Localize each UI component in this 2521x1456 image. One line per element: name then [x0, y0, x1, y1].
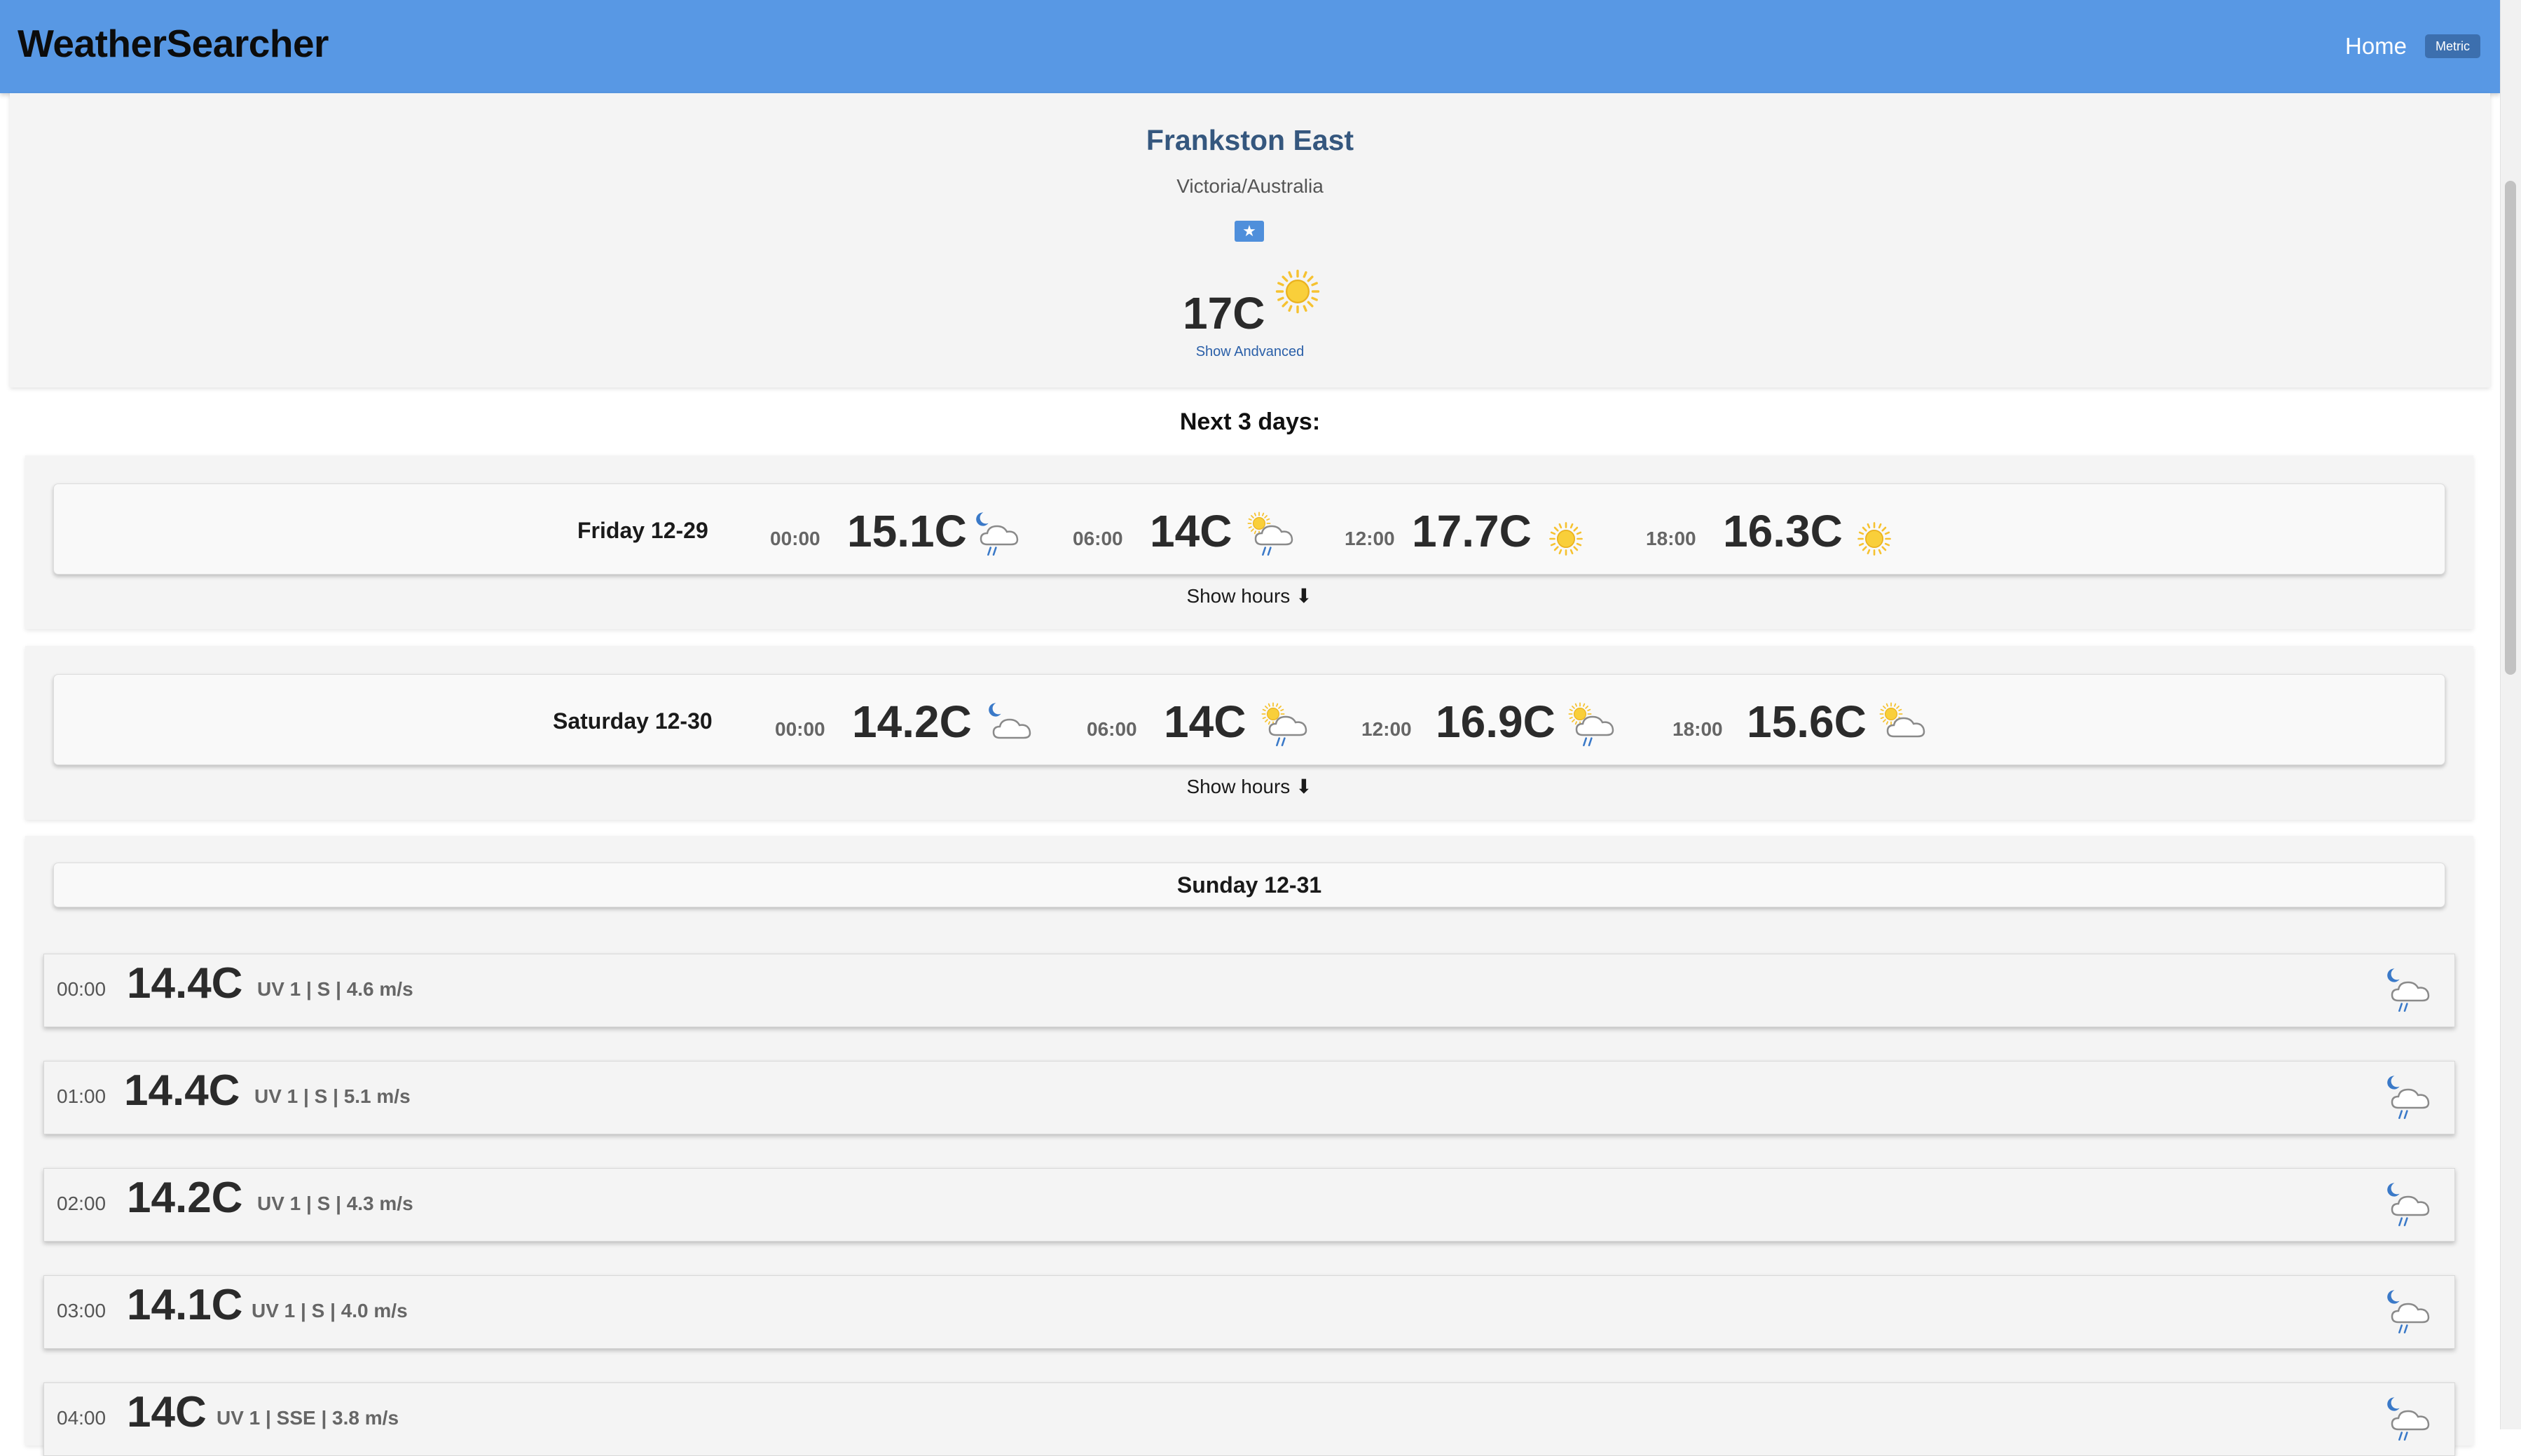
period-temp: 15.6C: [1747, 696, 1867, 747]
hourly-row[interactable]: 03:00 14.1C UV 1 | S | 4.0 m/s: [43, 1275, 2455, 1349]
hour-temp: 14.4C: [124, 1066, 240, 1115]
hour-temp: 14.2C: [127, 1174, 243, 1222]
hour-time: 00:00: [57, 978, 107, 1000]
scrollbar-thumb[interactable]: [2505, 181, 2516, 675]
hourly-row[interactable]: 04:00 14C UV 1 | SSE | 3.8 m/s: [43, 1382, 2455, 1456]
period-time: 06:00: [1073, 528, 1123, 549]
hour-temp: 14C: [127, 1388, 207, 1436]
hourly-row[interactable]: 01:00 14.4C UV 1 | S | 5.1 m/s: [43, 1061, 2455, 1134]
star-icon: ★: [1242, 222, 1256, 240]
day-summary-bar[interactable]: Friday 12-29 00:00 15.1C 06:00 14C 12:00…: [53, 483, 2445, 575]
hour-details: UV 1 | SSE | 3.8 m/s: [217, 1407, 399, 1429]
night-rain-icon: [2387, 968, 2430, 1012]
hour-temp: 14.1C: [127, 1281, 243, 1329]
day-summary-bar[interactable]: Saturday 12-30 00:00 14.2C 06:00 14C 12:…: [53, 674, 2445, 765]
hour-details: UV 1 | S | 4.3 m/s: [257, 1193, 413, 1214]
hourly-row[interactable]: 00:00 14.4C UV 1 | S | 4.6 m/s: [43, 954, 2455, 1027]
partly-sunny-rain-icon: [1247, 511, 1293, 556]
period-temp: 14C: [1164, 696, 1246, 747]
favorite-button[interactable]: ★: [1235, 221, 1264, 242]
day-label: Sunday 12-31: [1176, 872, 1322, 898]
period-temp: 15.1C: [847, 506, 967, 556]
period-time: 12:00: [1345, 528, 1395, 549]
night-rain-icon: [2387, 1183, 2430, 1227]
period-time: 18:00: [1646, 528, 1696, 549]
period-time: 00:00: [770, 528, 820, 549]
sunny-icon: [1548, 521, 1584, 557]
show-advanced-link[interactable]: Show Andvanced: [0, 344, 2500, 360]
hour-temp: 14.4C: [127, 959, 243, 1008]
partly-sunny-icon: [1879, 702, 1925, 738]
hour-details: UV 1 | S | 5.1 m/s: [254, 1085, 411, 1107]
unit-toggle-button[interactable]: Metric: [2425, 34, 2480, 58]
hour-details: UV 1 | S | 4.6 m/s: [257, 978, 413, 1000]
day-summary-bar[interactable]: Sunday 12-31: [53, 863, 2445, 907]
location-region: Victoria/Australia: [1176, 175, 1324, 197]
sunny-icon: [1274, 268, 1321, 315]
hour-time: 01:00: [57, 1085, 107, 1107]
show-hours-button[interactable]: Show hours ⬇: [25, 584, 2473, 607]
hour-time: 04:00: [57, 1407, 107, 1429]
partly-sunny-rain-icon: [1568, 702, 1614, 747]
current-temperature: 17C: [1183, 288, 1265, 338]
night-rain-icon: [976, 512, 1019, 556]
period-time: 12:00: [1361, 718, 1412, 740]
brand-logo[interactable]: WeatherSearcher: [18, 21, 329, 66]
period-temp: 17.7C: [1412, 506, 1532, 556]
period-temp: 14.2C: [852, 696, 972, 747]
period-temp: 16.3C: [1723, 506, 1843, 556]
night-rain-icon: [2387, 1290, 2430, 1334]
night-cloudy-icon: [989, 703, 1031, 739]
hour-details: UV 1 | S | 4.0 m/s: [252, 1300, 408, 1321]
partly-sunny-rain-icon: [1261, 702, 1307, 747]
forecast-heading: Next 3 days:: [1179, 408, 1321, 435]
period-time: 00:00: [775, 718, 825, 740]
hour-time: 03:00: [57, 1300, 107, 1321]
sunny-icon: [1856, 521, 1893, 557]
period-time: 06:00: [1087, 718, 1137, 740]
hour-time: 02:00: [57, 1193, 107, 1214]
day-panel-sunday: Sunday 12-31 00:00 14.4C UV 1 | S | 4.6 …: [25, 836, 2473, 1456]
night-rain-icon: [2387, 1076, 2430, 1120]
location-name: Frankston East: [1146, 124, 1354, 156]
nav-home-link[interactable]: Home: [2345, 33, 2407, 60]
period-time: 18:00: [1672, 718, 1723, 740]
day-label: Saturday 12-30: [553, 708, 713, 734]
period-temp: 14C: [1150, 506, 1232, 556]
show-hours-button[interactable]: Show hours ⬇: [25, 775, 2473, 798]
night-rain-icon: [2387, 1397, 2430, 1441]
day-panel-friday: Friday 12-29 00:00 15.1C 06:00 14C 12:00…: [25, 455, 2473, 629]
hourly-row[interactable]: 02:00 14.2C UV 1 | S | 4.3 m/s: [43, 1168, 2455, 1242]
day-panel-saturday: Saturday 12-30 00:00 14.2C 06:00 14C 12:…: [25, 646, 2473, 820]
navbar: WeatherSearcher Home Metric: [0, 0, 2500, 93]
period-temp: 16.9C: [1436, 696, 1555, 747]
day-label: Friday 12-29: [577, 518, 708, 543]
location-card: Frankston East Victoria/Australia ★: [10, 93, 2490, 387]
